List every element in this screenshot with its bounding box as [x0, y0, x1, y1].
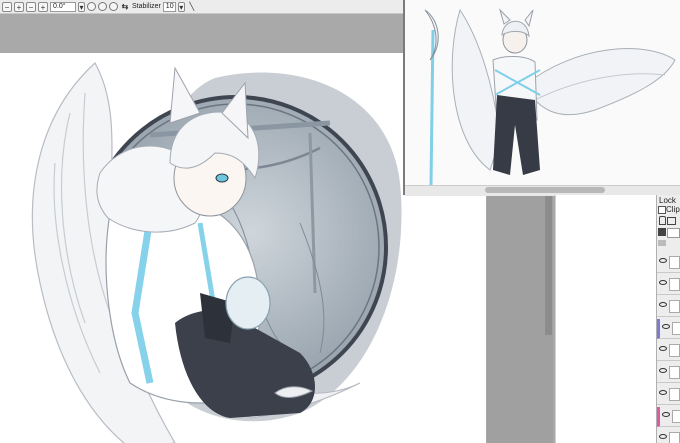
angle-input[interactable]: 0.0° — [50, 1, 76, 12]
stabilizer-dropdown-icon[interactable]: ▾ — [177, 1, 185, 12]
layer-row[interactable] — [657, 385, 680, 405]
rotate-cw-icon[interactable] — [109, 2, 118, 11]
layer-thumbnail — [672, 410, 680, 423]
navigator-panel[interactable] — [403, 0, 680, 195]
visibility-eye-icon[interactable] — [659, 302, 667, 307]
navigator-preview — [424, 8, 676, 186]
layer-thumbnail — [669, 388, 680, 401]
layer-thumbnail — [669, 256, 680, 269]
flip-icon[interactable]: ⇆ — [120, 2, 130, 12]
layer-thumbnail — [669, 300, 680, 313]
layer-row[interactable] — [657, 253, 680, 273]
layer-thumbnail — [669, 366, 680, 379]
visibility-eye-icon[interactable] — [659, 346, 667, 351]
visibility-eye-icon[interactable] — [659, 368, 667, 373]
angle-dropdown-icon[interactable]: ▾ — [78, 1, 85, 12]
rotate-left-button[interactable]: − — [26, 1, 36, 12]
vertical-scrollbar[interactable] — [545, 195, 552, 335]
blend-swatch[interactable] — [667, 228, 680, 238]
layer-row[interactable] — [657, 407, 680, 427]
visibility-eye-icon[interactable] — [659, 258, 667, 263]
lock-alpha-icon[interactable] — [667, 217, 676, 225]
stabilizer-label: Stabilizer — [132, 3, 161, 10]
lock-label: Lock — [659, 196, 676, 205]
layer-row[interactable] — [657, 275, 680, 295]
reset-rotation-icon[interactable] — [87, 2, 96, 11]
zoom-in-icon[interactable]: + — [14, 1, 24, 12]
visibility-eye-icon[interactable] — [662, 412, 670, 417]
canvas-scroll-area — [487, 195, 553, 443]
clipping-label: Clipp — [666, 205, 680, 214]
toolbar: − + − + 0.0° ▾ ⇆ Stabilizer 10 ▾ ╲ — [0, 0, 403, 14]
visibility-eye-icon[interactable] — [662, 324, 670, 329]
stabilizer-select[interactable]: 10 — [162, 1, 176, 12]
opacity-swatch[interactable] — [658, 228, 666, 236]
layer-row[interactable] — [657, 363, 680, 383]
visibility-eye-icon[interactable] — [659, 434, 667, 439]
clipping-checkbox[interactable] — [658, 206, 666, 214]
layer-thumbnail — [669, 278, 680, 291]
zoom-out-icon[interactable]: − — [2, 1, 12, 12]
visibility-eye-icon[interactable] — [659, 280, 667, 285]
layer-row-selected[interactable] — [657, 319, 680, 339]
pen-pressure-icon[interactable]: ╲ — [187, 2, 197, 12]
visibility-eye-icon[interactable] — [659, 390, 667, 395]
lock-icon[interactable] — [659, 216, 666, 225]
tool-swatch[interactable] — [658, 240, 666, 246]
layer-row[interactable] — [657, 429, 680, 443]
layer-row[interactable] — [657, 297, 680, 317]
side-panel — [555, 195, 656, 443]
layer-thumbnail — [669, 432, 680, 443]
navigator-scrollbar[interactable] — [485, 187, 605, 193]
layer-row[interactable] — [657, 341, 680, 361]
rotate-ccw-icon[interactable] — [98, 2, 107, 11]
rotate-right-button[interactable]: + — [38, 1, 48, 12]
layer-thumbnail — [672, 322, 680, 335]
layer-thumbnail — [669, 344, 680, 357]
layer-panel: Lock Clipp — [656, 195, 680, 443]
